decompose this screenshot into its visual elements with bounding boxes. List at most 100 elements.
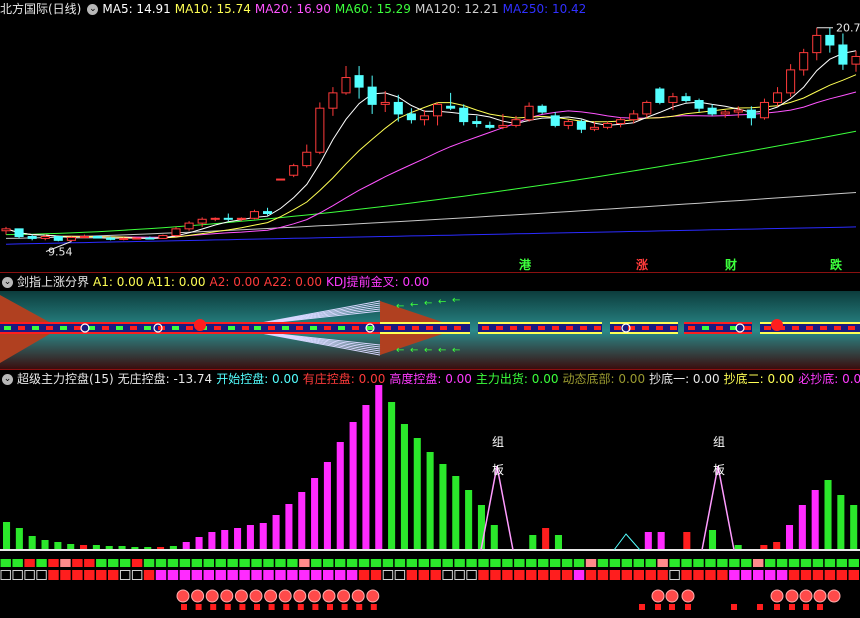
- ma-legend-item: MA250: 10.42: [502, 2, 587, 16]
- candle: [629, 113, 639, 121]
- band-dash: [496, 326, 503, 330]
- status-cell: [131, 570, 143, 580]
- kline-chart[interactable]: 20.7 9.54 港 涨 财 跌: [0, 0, 860, 272]
- candle: [53, 236, 63, 241]
- candle: [171, 228, 181, 237]
- candle: [655, 88, 665, 103]
- band-dash: [214, 326, 221, 330]
- candle: [249, 211, 260, 219]
- ball-stem: [181, 604, 187, 610]
- status-cell: [36, 570, 47, 580]
- status-cell: [681, 570, 692, 580]
- ball-marker: [234, 589, 248, 603]
- status-cell: [442, 559, 453, 567]
- status-cell: [167, 570, 179, 580]
- ball-stem: [789, 604, 795, 610]
- volume-bar: [785, 525, 794, 550]
- control-header: ⌄ 超级主力控盘(15) 无庄控盘: -13.74 开始控盘: 0.00 有庄控盘: 0…: [0, 370, 860, 388]
- status-cell: [323, 570, 334, 580]
- candle: [498, 124, 508, 128]
- candle: [210, 217, 220, 220]
- volume-bar: [683, 532, 691, 550]
- band-dash: [310, 326, 317, 330]
- arrow-glyph: ←: [452, 345, 460, 356]
- sword-header: ⌄ 剑指上涨分界 A1: 0.00 A11: 0.00 A2: 0.00 A22: 0.0…: [0, 273, 437, 291]
- status-cell: [358, 559, 370, 567]
- ball-stem: [327, 604, 333, 610]
- ball-marker: [799, 589, 813, 603]
- status-cell: [633, 559, 644, 567]
- ma-legend-item: MA20: 16.90: [254, 2, 331, 16]
- band-dash: [440, 326, 447, 330]
- control-legend-item: 抄底二: 0.00: [723, 372, 795, 386]
- status-cell: [526, 570, 537, 580]
- ma10-line: [5, 74, 857, 239]
- volume-bar: [41, 540, 49, 550]
- candle: [668, 96, 678, 103]
- band-dash: [538, 326, 545, 330]
- band-dash: [510, 326, 517, 330]
- ball-stem: [757, 604, 763, 610]
- ball-stem: [283, 604, 290, 610]
- control-legend-item: 主力出货: 0.00: [475, 372, 559, 386]
- status-cell: [12, 559, 23, 567]
- status-cell: [717, 559, 728, 567]
- ball-marker: [785, 589, 799, 603]
- status-cell: [239, 559, 250, 567]
- status-cell: [753, 570, 764, 580]
- volume-bar: [285, 504, 293, 550]
- band-dash: [338, 326, 345, 330]
- high-label: 20.7: [836, 22, 860, 35]
- candle: [289, 165, 299, 176]
- candle: [393, 101, 403, 115]
- band-dash: [384, 326, 391, 330]
- chevron-circle-icon[interactable]: ⌄: [2, 374, 13, 385]
- chevron-circle-icon[interactable]: ⌄: [87, 4, 99, 15]
- candle: [197, 218, 207, 224]
- status-cell: [382, 570, 394, 580]
- band-dash: [254, 326, 261, 330]
- candle: [746, 109, 756, 119]
- candle: [694, 100, 704, 109]
- sword-legend: A1: 0.00 A11: 0.00 A2: 0.00 A22: 0.00 KDJ提前金…: [93, 275, 433, 289]
- status-cell: [609, 570, 621, 580]
- status-cell: [0, 559, 11, 567]
- band-dash: [628, 326, 635, 330]
- band-dash: [482, 326, 489, 330]
- status-cell: [84, 559, 95, 567]
- candle: [799, 52, 809, 71]
- band-dash: [60, 326, 67, 330]
- candle: [851, 55, 860, 65]
- status-cell: [119, 570, 131, 580]
- control-chart[interactable]: 组板组板: [0, 370, 860, 618]
- status-cell: [824, 570, 836, 580]
- ball-marker: [337, 589, 351, 603]
- ball-stem: [195, 604, 202, 610]
- band-dash: [18, 326, 25, 330]
- sword-pane[interactable]: ⌄ 剑指上涨分界 A1: 0.00 A11: 0.00 A2: 0.00 A22: 0.0…: [0, 273, 860, 370]
- control-pane[interactable]: ⌄ 超级主力控盘(15) 无庄控盘: -13.74 开始控盘: 0.00 有庄控盘: 0…: [0, 370, 860, 618]
- band-dash: [412, 326, 419, 330]
- candle: [602, 123, 613, 128]
- status-cell: [490, 559, 501, 567]
- candle: [733, 109, 743, 113]
- candle: [158, 235, 168, 239]
- control-legend-item: 必抄底: 0.00: [798, 372, 860, 386]
- kline-pane[interactable]: 北方国际(日线) ⌄ MA5: 14.91 MA10: 15.74 MA20: 16.9…: [0, 0, 860, 272]
- band-dash: [324, 326, 331, 330]
- status-cell: [824, 559, 836, 567]
- band-dash: [144, 326, 151, 330]
- status-cell: [454, 570, 465, 580]
- ball-stem: [370, 604, 377, 610]
- volume-bar: [362, 405, 370, 550]
- arrow-glyph: ←: [424, 298, 432, 309]
- status-cell: [526, 559, 537, 567]
- status-cell: [669, 570, 680, 580]
- control-legend: 无庄控盘: -13.74 开始控盘: 0.00 有庄控盘: 0.00 高度控盘: 0.…: [118, 372, 860, 386]
- status-cell: [323, 559, 334, 567]
- volume-bar: [657, 532, 665, 550]
- status-cell: [573, 559, 585, 567]
- chevron-circle-icon[interactable]: ⌄: [2, 277, 13, 288]
- ball-marker: [176, 589, 190, 603]
- status-cell: [143, 570, 155, 580]
